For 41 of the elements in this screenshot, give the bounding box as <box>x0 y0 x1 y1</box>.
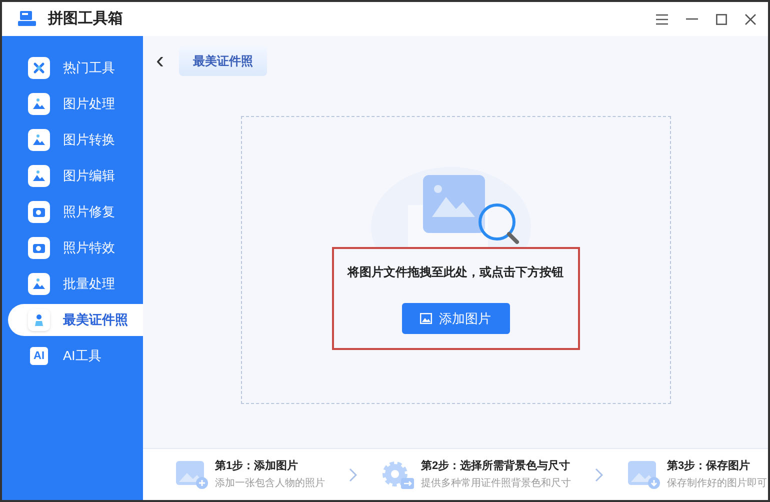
sidebar-item[interactable]: 热门工具 <box>8 52 143 84</box>
back-button[interactable]: ‹ <box>153 49 167 73</box>
sidebar-item[interactable]: 批量处理 <box>8 268 143 300</box>
image-plus-icon <box>175 460 209 490</box>
sidebar-item[interactable]: 照片特效 <box>8 232 143 264</box>
drop-zone[interactable]: 将图片文件拖拽至此处，或点击下方按钮 添加图片 <box>240 116 670 404</box>
sidebar-item[interactable]: 图片转换 <box>8 124 143 156</box>
close-icon[interactable] <box>745 14 756 24</box>
chevron-right-icon <box>595 468 603 482</box>
image-icon <box>28 129 50 151</box>
minimize-icon[interactable] <box>686 18 698 20</box>
image-download-icon <box>627 460 661 490</box>
menu-icon[interactable] <box>656 14 668 24</box>
image-icon <box>420 313 432 324</box>
image-icon <box>28 93 50 115</box>
sidebar-item[interactable]: 图片处理 <box>8 88 143 120</box>
camera-icon <box>28 201 50 223</box>
gear-icon <box>381 460 415 490</box>
step-description: 添加一张包含人物的照片 <box>215 476 325 492</box>
camera-icon <box>28 237 50 259</box>
drop-hint: 将图片文件拖拽至此处，或点击下方按钮 <box>348 264 564 281</box>
ai-icon: AI <box>28 345 50 367</box>
image-icon <box>28 165 50 187</box>
step-title: 第1步：添加图片 <box>215 458 300 474</box>
step-description: 保存制作好的图片即可 <box>667 476 767 492</box>
sidebar-item[interactable]: 照片修复 <box>8 196 143 228</box>
sidebar-item[interactable]: 图片编辑 <box>8 160 143 192</box>
step-title: 第3步：保存图片 <box>667 458 752 474</box>
sidebar-item[interactable]: 最美证件照 <box>8 304 143 336</box>
page-tab[interactable]: 最美证件照 <box>179 46 267 76</box>
window-title: 拼图工具箱 <box>48 8 123 29</box>
image-icon <box>28 273 50 295</box>
tools-icon <box>28 57 50 79</box>
person-icon <box>28 309 50 331</box>
maximize-icon[interactable] <box>716 14 727 24</box>
app-logo-icon <box>18 11 36 27</box>
chevron-right-icon <box>349 468 357 482</box>
sidebar-item[interactable]: AI AI工具 <box>8 340 143 372</box>
step-title: 第2步：选择所需背景色与尺寸 <box>421 458 571 474</box>
add-image-button[interactable]: 添加图片 <box>402 303 510 334</box>
step-description: 提供多种常用证件照背景色和尺寸 <box>421 476 571 492</box>
